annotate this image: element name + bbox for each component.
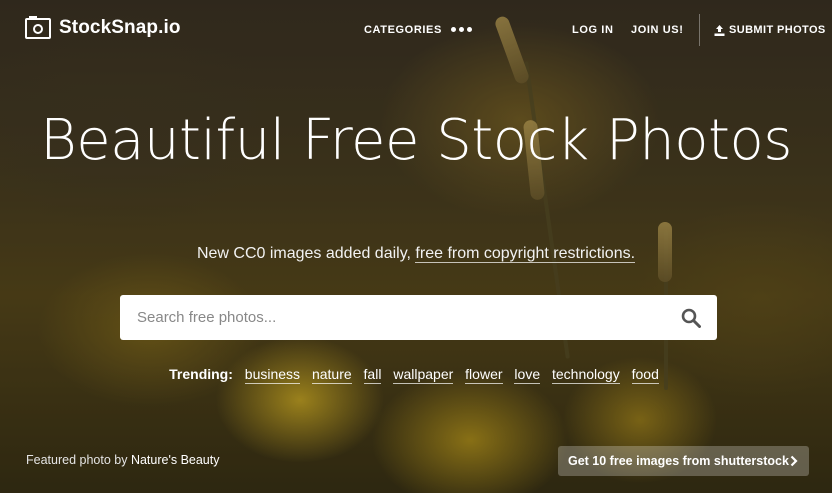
- trending-tag-nature[interactable]: nature: [311, 366, 352, 384]
- search-input[interactable]: [137, 295, 657, 340]
- nav-divider: [699, 14, 700, 46]
- trending-tag-business[interactable]: business: [244, 366, 301, 384]
- more-menu-icon[interactable]: [451, 27, 472, 32]
- hero-subtitle: New CC0 images added daily, free from co…: [0, 245, 832, 263]
- credit-prefix: Featured photo by: [26, 453, 131, 467]
- page-title: Beautiful Free Stock Photos: [40, 108, 792, 173]
- logo[interactable]: StockSnap.io: [25, 15, 181, 39]
- nav-join-link[interactable]: JOIN US!: [631, 24, 683, 36]
- trending-tag-fall[interactable]: fall: [363, 366, 382, 384]
- nav-login-link[interactable]: LOG IN: [572, 24, 614, 36]
- trending-tag-food[interactable]: food: [631, 366, 659, 384]
- search-bar: [120, 295, 717, 340]
- trending-tag-technology[interactable]: technology: [552, 366, 620, 384]
- camera-icon: [25, 15, 51, 39]
- promo-label: Get 10 free images from shutterstock: [568, 454, 789, 468]
- upload-icon: [714, 24, 725, 36]
- submit-photos-button[interactable]: SUBMIT PHOTOS: [714, 24, 826, 36]
- trending-label: Trending:: [169, 366, 233, 382]
- trending-tag-flower[interactable]: flower: [465, 366, 503, 384]
- nav-categories-link[interactable]: CATEGORIES: [364, 24, 442, 36]
- photographer-link[interactable]: Nature's Beauty: [131, 453, 220, 467]
- copyright-info-link[interactable]: free from copyright restrictions.: [415, 245, 636, 263]
- trending-tag-wallpaper[interactable]: wallpaper: [393, 366, 454, 384]
- logo-text: StockSnap.io: [59, 17, 181, 38]
- trending-tag-love[interactable]: love: [514, 366, 541, 384]
- trending-tags: Trending: business nature fall wallpaper…: [0, 366, 832, 384]
- hero-subtitle-text: New CC0 images added daily,: [196, 245, 416, 262]
- top-navigation: StockSnap.io CATEGORIES LOG IN JOIN US! …: [0, 0, 832, 60]
- submit-photos-label: SUBMIT PHOTOS: [729, 24, 826, 36]
- shutterstock-promo-button[interactable]: Get 10 free images from shutterstock: [558, 446, 809, 476]
- featured-photo-credit: Featured photo by Nature's Beauty: [26, 453, 219, 467]
- chevron-right-icon: [790, 455, 798, 470]
- search-icon[interactable]: [681, 308, 701, 328]
